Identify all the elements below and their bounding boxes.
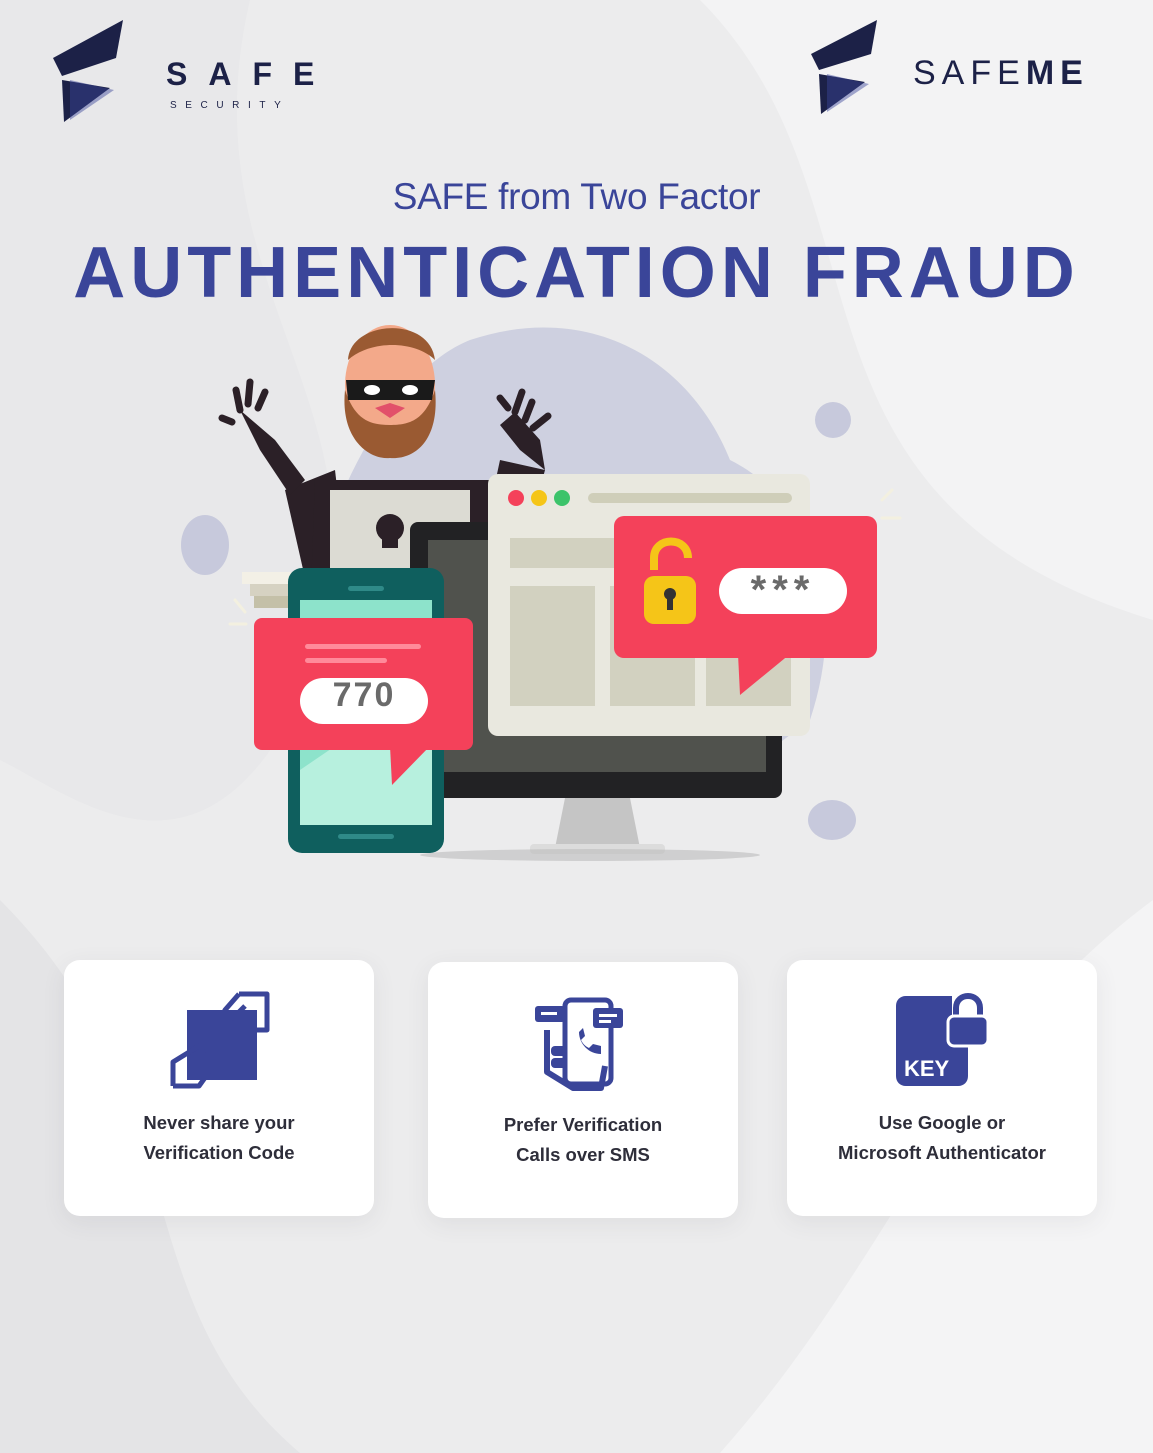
tip-text: Prefer Verification Calls over SMS <box>448 1110 718 1170</box>
safe-me-word-b: ME <box>1025 54 1089 92</box>
tip-line-1: Use Google or <box>878 1112 1006 1133</box>
security-wordmark: SECURITY <box>170 100 290 111</box>
tip-card-authenticator: KEY Use Google or Microsoft Authenticato… <box>787 960 1097 1216</box>
safe-me-wordmark: SAFEME <box>913 54 1089 93</box>
key-file-lock-icon: KEY <box>896 993 990 1086</box>
skull-icon <box>376 514 404 542</box>
tip-line-2: Calls over SMS <box>516 1144 650 1165</box>
safe-me-logo: SAFEME <box>805 18 1125 118</box>
safe-wordmark: SAFE <box>166 56 336 92</box>
tip-card-never-share: Never share your Verification Code <box>64 960 374 1216</box>
tip-line-1: Prefer Verification <box>503 1114 663 1135</box>
safe-me-logo-mark-icon <box>811 20 877 114</box>
password-mask-text: *** <box>750 568 816 612</box>
decor-bubble-bottom <box>808 800 856 840</box>
tip-line-2: Microsoft Authenticator <box>838 1142 1046 1163</box>
safe-me-word-a: SAFE <box>913 54 1026 92</box>
tip-text: Never share your Verification Code <box>84 1108 354 1168</box>
tip-line-2: Verification Code <box>143 1142 295 1163</box>
hand-share-icon <box>170 991 270 1089</box>
tip-line-1: Never share your <box>143 1112 295 1133</box>
tip-card-prefer-calls: Prefer Verification Calls over SMS <box>428 962 738 1218</box>
decor-bubble-right <box>815 402 851 438</box>
decor-bubble-left <box>181 515 229 575</box>
otp-code-text: 770 <box>332 676 396 714</box>
subtitle: SAFE from Two Factor <box>392 176 761 217</box>
safe-logo-mark-icon <box>53 20 123 122</box>
tip-text: Use Google or Microsoft Authenticator <box>807 1108 1077 1168</box>
safe-security-logo: SAFE SECURITY <box>48 18 348 128</box>
phone-call-chat-icon <box>535 997 623 1091</box>
key-label: KEY <box>904 1056 950 1081</box>
